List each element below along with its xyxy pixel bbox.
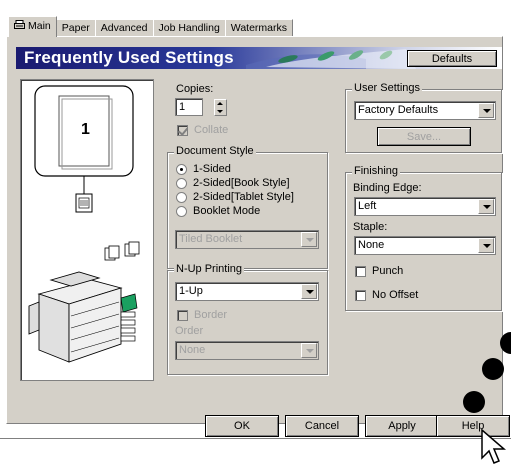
nup-select-value: 1-Up [179, 285, 203, 297]
tab-job-handling-label: Job Handling [158, 22, 220, 34]
ok-button[interactable]: OK [205, 415, 279, 437]
punch-label: Punch [372, 265, 404, 277]
no-offset-label: No Offset [372, 289, 419, 301]
punch-checkbox[interactable] [355, 266, 366, 277]
user-settings-select-value: Factory Defaults [358, 104, 439, 116]
preview-page-number: 1 [81, 121, 90, 138]
tab-strip: Main Paper Advanced Job Handling Waterma… [8, 16, 293, 37]
copies-input[interactable]: 1 [175, 98, 203, 116]
copies-spin-button[interactable] [214, 99, 227, 116]
apply-button[interactable]: Apply [365, 415, 439, 437]
chevron-down-icon [478, 238, 494, 253]
chevron-down-icon [301, 284, 317, 299]
order-select[interactable]: None [175, 341, 319, 360]
border-label: Border [194, 309, 228, 321]
binding-edge-select-value: Left [358, 200, 377, 212]
tab-advanced-label: Advanced [100, 22, 148, 34]
binding-edge-label: Binding Edge: [353, 182, 422, 194]
bottom-divider [0, 438, 511, 439]
printer-properties-dialog: Main Paper Advanced Job Handling Waterma… [0, 0, 511, 471]
radio-booklet-mode[interactable] [176, 206, 187, 217]
booklet-select[interactable]: Tiled Booklet [175, 230, 319, 249]
radio-2-sided-tablet[interactable] [176, 192, 187, 203]
order-select-value: None [179, 344, 206, 356]
save-button[interactable]: Save... [377, 127, 471, 146]
tab-main[interactable]: Main [8, 16, 57, 37]
radio-1-sided[interactable] [176, 164, 187, 175]
callout-dot-2 [482, 358, 504, 380]
order-label: Order [175, 325, 204, 337]
tab-job-handling[interactable]: Job Handling [152, 19, 226, 37]
banner-title: Frequently Used Settings [24, 48, 234, 67]
finishing-label: Finishing [352, 165, 401, 177]
document-style-label: Document Style [174, 145, 256, 157]
radio-2-sided-book[interactable] [176, 178, 187, 189]
staple-select[interactable]: None [354, 236, 496, 255]
chevron-down-icon [301, 232, 317, 247]
radio-2-sided-book-label: 2-Sided[Book Style] [193, 177, 290, 189]
user-settings-label: User Settings [352, 82, 423, 94]
copies-label: Copies: [176, 83, 214, 95]
binding-edge-select[interactable]: Left [354, 197, 496, 216]
tab-paper[interactable]: Paper [55, 19, 96, 37]
defaults-button[interactable]: Defaults [407, 50, 497, 67]
collate-checkbox[interactable] [177, 125, 188, 136]
chevron-down-icon [301, 343, 317, 358]
tab-watermarks[interactable]: Watermarks [224, 19, 293, 37]
printer-icon [14, 20, 25, 30]
radio-1-sided-label: 1-Sided [193, 163, 231, 175]
radio-2-sided-tablet-label: 2-Sided[Tablet Style] [193, 191, 294, 203]
chevron-down-icon [478, 199, 494, 214]
tab-advanced[interactable]: Advanced [94, 19, 154, 37]
radio-booklet-mode-label: Booklet Mode [193, 205, 261, 217]
tab-main-label: Main [28, 20, 51, 32]
no-offset-checkbox[interactable] [355, 290, 366, 301]
tab-watermarks-label: Watermarks [230, 22, 287, 34]
printer-preview-area: 1 [20, 79, 154, 381]
collate-label: Collate [194, 124, 229, 136]
callout-dot-3 [463, 391, 485, 413]
staple-select-value: None [358, 239, 385, 251]
booklet-select-value: Tiled Booklet [179, 233, 243, 245]
chevron-down-icon [478, 103, 494, 118]
mouse-pointer-icon [481, 428, 507, 464]
nup-select[interactable]: 1-Up [175, 282, 319, 301]
staple-label: Staple: [353, 221, 388, 233]
user-settings-select[interactable]: Factory Defaults [354, 101, 496, 120]
border-checkbox[interactable] [177, 310, 188, 321]
nup-printing-label: N-Up Printing [174, 263, 245, 275]
tab-paper-label: Paper [61, 22, 90, 34]
banner-swoosh-graphic [246, 49, 416, 69]
cancel-button[interactable]: Cancel [285, 415, 359, 437]
